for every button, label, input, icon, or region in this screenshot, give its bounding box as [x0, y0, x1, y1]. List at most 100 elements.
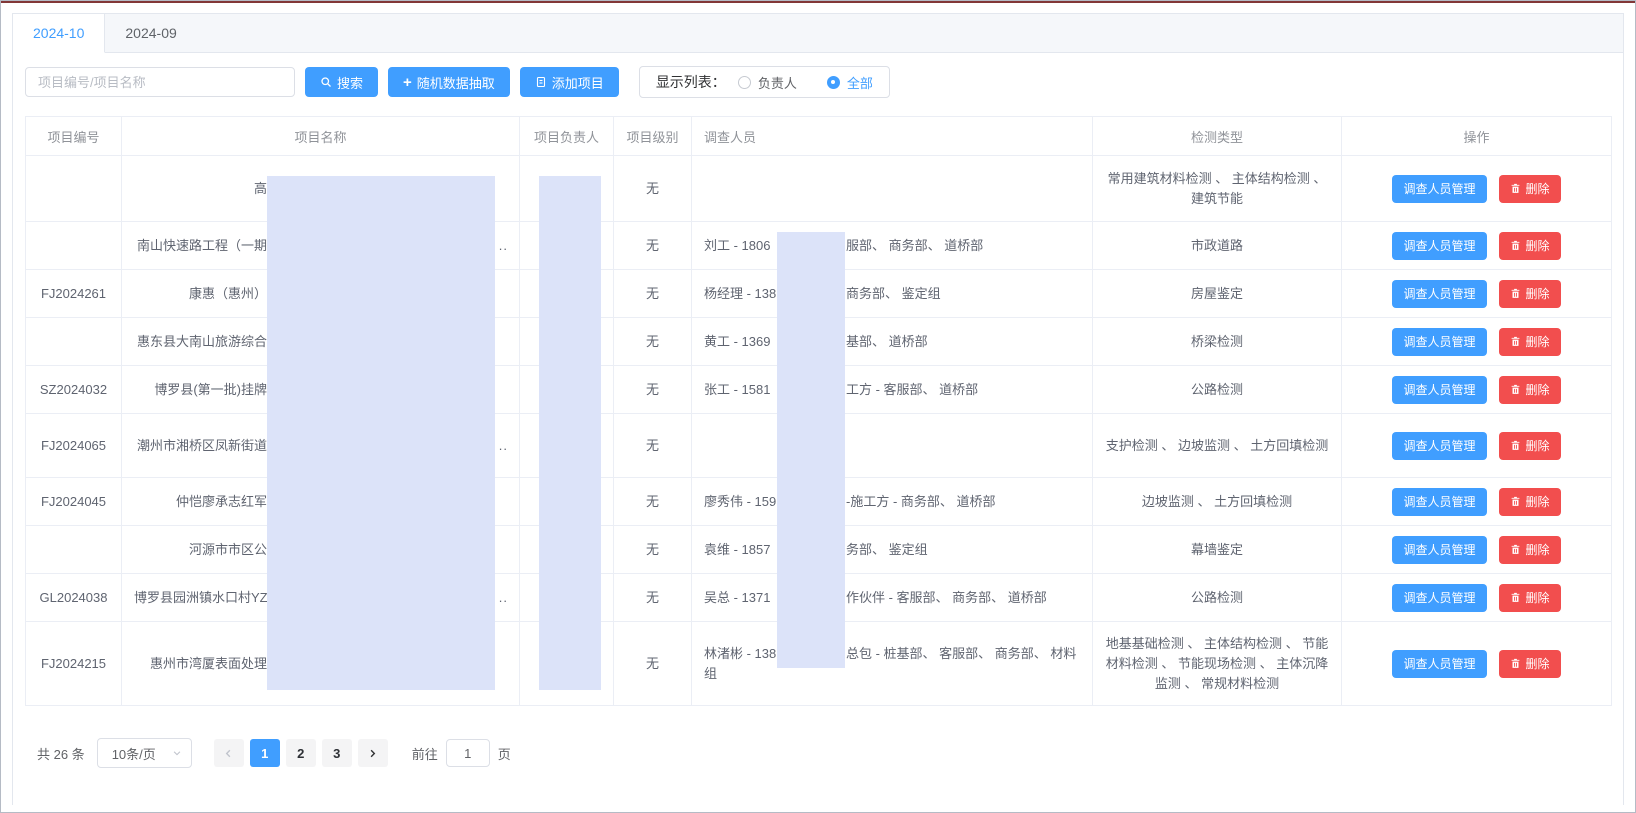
cell-test-type: 支护检测 、 边坡监测 、 土方回填检测: [1092, 413, 1342, 478]
delete-button[interactable]: 删除: [1498, 583, 1561, 612]
delete-button[interactable]: 删除: [1498, 431, 1561, 460]
table-row: 高 无 常用建筑材料检测 、 主体结构检测 、 建筑节能 调查人员管理 删除: [25, 155, 1612, 222]
tabs-header: 2024-10 2024-09: [13, 14, 1623, 53]
cell-project-name: 博罗县(第一批)挂牌: [121, 365, 520, 414]
trash-icon: [1510, 658, 1521, 669]
manage-investigators-button[interactable]: 调查人员管理: [1392, 487, 1487, 516]
project-name-text: 博罗县园洲镇水口村YZ: [134, 589, 268, 605]
cell-actions: 调查人员管理 删除: [1341, 221, 1612, 270]
cell-actions: 调查人员管理 删除: [1341, 573, 1612, 622]
redacted-gap: [778, 657, 846, 658]
prev-page-button[interactable]: [213, 739, 244, 767]
tab-label: 2024-10: [33, 25, 85, 41]
delete-button-label: 删除: [1525, 287, 1550, 301]
trash-icon: [1510, 544, 1521, 555]
goto-page-input[interactable]: [445, 739, 490, 767]
delete-button[interactable]: 删除: [1498, 231, 1561, 260]
delete-button-label: 删除: [1525, 335, 1550, 349]
random-extract-button[interactable]: + 随机数据抽取: [388, 67, 510, 97]
delete-button[interactable]: 删除: [1498, 279, 1561, 308]
tab-2024-09[interactable]: 2024-09: [105, 14, 196, 52]
cell-project-name: 博罗县园洲镇水口村YZ..: [121, 573, 520, 622]
page-button-2[interactable]: 2: [285, 739, 316, 767]
cell-project-name: 仲恺廖承志红军: [121, 477, 520, 526]
delete-button[interactable]: 删除: [1498, 649, 1561, 678]
table-row: 南山快速路工程（一期.. 无刘工 - 1806 服部、 商务部、 道桥部 市政道路 调查…: [25, 221, 1612, 270]
cell-investigators: 刘工 - 1806 服部、 商务部、 道桥部: [691, 221, 1093, 270]
redacted-gap: [778, 249, 846, 250]
trash-icon: [1510, 384, 1521, 395]
manage-investigators-button[interactable]: 调查人员管理: [1392, 583, 1487, 612]
manage-investigators-button[interactable]: 调查人员管理: [1392, 174, 1487, 203]
table-row: FJ2024215 惠州市湾厦表面处理 无林渚彬 - 138 总包 - 桩基部、 客服…: [25, 621, 1612, 706]
manage-investigators-button[interactable]: 调查人员管理: [1392, 279, 1487, 308]
project-name-text: 惠州市湾厦表面处理: [149, 655, 267, 671]
delete-button[interactable]: 删除: [1498, 174, 1561, 203]
page-button-1[interactable]: 1: [249, 739, 280, 767]
cell-investigators: [691, 155, 1093, 222]
delete-button[interactable]: 删除: [1498, 327, 1561, 356]
next-page-button[interactable]: [357, 739, 388, 767]
investigator-name: 张工 - 1581: [704, 381, 771, 397]
delete-button[interactable]: 删除: [1498, 487, 1561, 516]
delete-button[interactable]: 删除: [1498, 375, 1561, 404]
investigator-detail: 商务部、 鉴定组: [846, 285, 941, 301]
cell-project-code: FJ2024261: [25, 269, 122, 318]
manage-investigators-button[interactable]: 调查人员管理: [1392, 649, 1487, 678]
investigator-name: 吴总 - 1371: [704, 589, 771, 605]
chevron-right-icon: [367, 748, 378, 759]
tab-2024-10[interactable]: 2024-10: [13, 14, 106, 53]
search-button[interactable]: 搜索: [305, 67, 379, 97]
search-input[interactable]: [25, 67, 295, 97]
cell-project-code: [25, 525, 122, 574]
project-name-text: 康惠（惠州）: [188, 285, 267, 301]
cell-project-level: 无: [613, 155, 692, 222]
redacted-gap: [778, 297, 846, 298]
cell-test-type: 地基基础检测 、 主体结构检测 、 节能材料检测 、 节能现场检测 、 主体沉降…: [1092, 621, 1342, 706]
cell-project-code: [25, 317, 122, 366]
manage-investigators-button[interactable]: 调查人员管理: [1392, 327, 1487, 356]
cell-project-level: 无: [613, 525, 692, 574]
table-row: 惠东县大南山旅游综合 无黄工 - 1369 基部、 道桥部 桥梁检测 调查人员管理 删除: [25, 317, 1612, 366]
pager: 123: [213, 739, 388, 767]
trash-icon: [1510, 496, 1521, 507]
cell-project-level: 无: [613, 621, 692, 706]
project-name-text: 河源市市区公: [188, 541, 267, 557]
cell-investigators: 林渚彬 - 138 总包 - 桩基部、 客服部、 商务部、 材料组: [691, 621, 1093, 706]
cell-project-leader: [519, 269, 614, 318]
project-name-text: 南山快速路工程（一期: [136, 237, 267, 253]
page-button-3[interactable]: 3: [321, 739, 352, 767]
project-name-text: 惠东县大南山旅游综合: [136, 333, 267, 349]
radio-all-label: 全部: [846, 75, 873, 91]
cell-actions: 调查人员管理 删除: [1341, 413, 1612, 478]
manage-investigators-button[interactable]: 调查人员管理: [1392, 535, 1487, 564]
header-project-leader: 项目负责人: [519, 116, 614, 156]
investigator-detail: 工方 - 客服部、 道桥部: [846, 381, 979, 397]
manage-investigators-button[interactable]: 调查人员管理: [1392, 431, 1487, 460]
cell-project-code: FJ2024065: [25, 413, 122, 478]
chevron-down-icon: [172, 748, 182, 758]
delete-button-label: 删除: [1525, 383, 1550, 397]
delete-button[interactable]: 删除: [1498, 535, 1561, 564]
cell-project-leader: [519, 155, 614, 222]
radio-unchecked-icon: [737, 75, 751, 89]
cell-project-name: 南山快速路工程（一期..: [121, 221, 520, 270]
cell-investigators: 袁维 - 1857 务部、 鉴定组: [691, 525, 1093, 574]
manage-investigators-button[interactable]: 调查人员管理: [1392, 375, 1487, 404]
add-project-button[interactable]: 添加项目: [519, 67, 619, 97]
cell-actions: 调查人员管理 删除: [1341, 365, 1612, 414]
page-size-select[interactable]: 10条/页: [96, 738, 192, 768]
trash-icon: [1510, 336, 1521, 347]
investigator-name: 袁维 - 1857: [704, 541, 771, 557]
manage-investigators-button[interactable]: 调查人员管理: [1392, 231, 1487, 260]
cell-project-code: SZ2024032: [25, 365, 122, 414]
cell-project-level: 无: [613, 317, 692, 366]
radio-all[interactable]: 全部: [826, 73, 873, 92]
cell-actions: 调查人员管理 删除: [1341, 477, 1612, 526]
radio-leader[interactable]: 负责人: [737, 73, 797, 92]
radio-leader-label: 负责人: [757, 75, 797, 91]
cell-project-code: FJ2024215: [25, 621, 122, 706]
project-name-text: 潮州市湘桥区凤新街道: [136, 437, 267, 453]
cell-investigators: 杨经理 - 138 商务部、 鉴定组: [691, 269, 1093, 318]
trash-icon: [1510, 183, 1521, 194]
